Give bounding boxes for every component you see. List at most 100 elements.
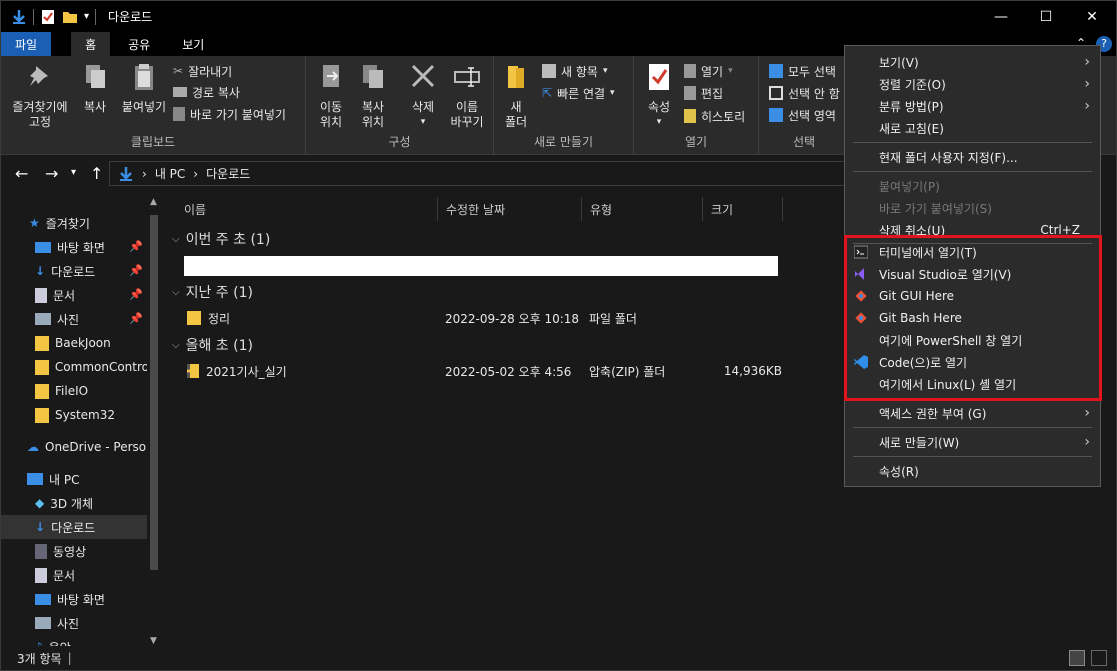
- menu-item-refresh[interactable]: 새로 고침(E): [845, 117, 1100, 139]
- recent-locations-icon[interactable]: ▾: [71, 167, 76, 178]
- sidebar-item-system32[interactable]: System32: [1, 403, 149, 427]
- sidebar-scrollbar[interactable]: ▲ ▼: [147, 197, 161, 646]
- file-list: 이름 수정한 날짜 유형 크기 ⌵ 이번 주 초 (1) ⌵ 지난 주 (1) 정리…: [164, 197, 844, 646]
- move-to-button[interactable]: 이동 위치: [312, 62, 350, 130]
- menu-item-sort-by[interactable]: 정렬 기준(O) ›: [845, 73, 1100, 95]
- menu-item-give-access[interactable]: 액세스 권한 부여 (G) ›: [845, 402, 1100, 424]
- sidebar-quick-access[interactable]: ★ 즐겨찾기: [1, 211, 149, 235]
- select-none-button[interactable]: 선택 안 함: [769, 83, 840, 103]
- large-icons-view-icon[interactable]: [1091, 650, 1107, 666]
- sidebar-item-fileio[interactable]: FileIO: [1, 379, 149, 403]
- copy-button[interactable]: 복사: [75, 62, 115, 115]
- delete-dropdown-icon[interactable]: ▾: [402, 115, 444, 130]
- sidebar-item-label: 3D 개체: [50, 496, 94, 511]
- new-folder-label-2: 폴더: [504, 115, 528, 129]
- sidebar-item-pc-documents[interactable]: 문서: [1, 563, 149, 587]
- easy-access-button[interactable]: ⇱ 빠른 연결 ▾: [542, 83, 615, 103]
- paste-button[interactable]: 붙여넣기: [117, 62, 171, 115]
- breadcrumb-downloads[interactable]: 다운로드: [206, 165, 250, 182]
- sidebar-item-commoncontrols[interactable]: CommonContro: [1, 355, 149, 379]
- menu-item-view[interactable]: 보기(V) ›: [845, 51, 1100, 73]
- menu-item-label: 바로 가기 붙여넣기(S): [879, 201, 992, 216]
- sidebar-item-desktop[interactable]: 바탕 화면 📌: [1, 235, 149, 259]
- tab-file[interactable]: 파일: [1, 32, 52, 56]
- sidebar-item-this-pc[interactable]: 내 PC: [1, 467, 149, 491]
- paste-shortcut-button[interactable]: 바로 가기 붙여넣기: [173, 104, 286, 124]
- sidebar-item-documents[interactable]: 문서 📌: [1, 283, 149, 307]
- address-bar[interactable]: › 내 PC › 다운로드: [109, 161, 849, 186]
- group-early-this-year[interactable]: ⌵ 올해 초 (1): [172, 334, 253, 356]
- sidebar-scroll-thumb[interactable]: [150, 215, 158, 570]
- history-button[interactable]: 히스토리: [684, 106, 745, 126]
- submenu-chevron-icon: ›: [1084, 434, 1090, 450]
- properties-button[interactable]: 속성 ▾: [642, 62, 676, 130]
- breadcrumb-this-pc[interactable]: 내 PC: [155, 165, 185, 182]
- redacted-row[interactable]: [184, 256, 778, 276]
- sidebar-item-pictures[interactable]: 사진 📌: [1, 307, 149, 331]
- paste-label: 붙여넣기: [121, 100, 167, 114]
- sidebar-item-pc-downloads[interactable]: ↓ 다운로드: [1, 515, 149, 539]
- scroll-up-icon[interactable]: ▲: [150, 197, 157, 207]
- close-button[interactable]: ✕: [1069, 1, 1115, 32]
- new-folder-icon[interactable]: [62, 9, 78, 25]
- table-row[interactable]: 정리 2022-09-28 오후 10:18 파일 폴더: [184, 307, 784, 329]
- tab-view[interactable]: 보기: [168, 32, 218, 56]
- cut-button[interactable]: ✂ 잘라내기: [173, 61, 232, 81]
- group-last-week[interactable]: ⌵ 지난 주 (1): [172, 281, 253, 303]
- menu-item-properties[interactable]: 속성(R): [845, 460, 1100, 482]
- collapse-chevron-icon[interactable]: ⌵: [172, 234, 180, 245]
- sidebar-item-music[interactable]: ♪음악: [1, 635, 149, 646]
- collapse-chevron-icon[interactable]: ⌵: [172, 287, 180, 298]
- sidebar-item-3d-objects[interactable]: ◆ 3D 개체: [1, 491, 149, 515]
- submenu-chevron-icon: ›: [1084, 76, 1090, 92]
- group-this-week[interactable]: ⌵ 이번 주 초 (1): [172, 228, 270, 250]
- edit-button[interactable]: 편집: [684, 83, 723, 103]
- rename-button[interactable]: 이름 바꾸기: [444, 62, 490, 130]
- menu-item-customize-folder[interactable]: 현재 폴더 사용자 지정(F)...: [845, 146, 1100, 168]
- column-header-date[interactable]: 수정한 날짜: [438, 197, 582, 221]
- copy-to-button[interactable]: 복사 위치: [354, 62, 392, 130]
- properties-icon[interactable]: [40, 9, 56, 25]
- select-all-button[interactable]: 모두 선택: [769, 61, 836, 81]
- sidebar-item-pc-pictures[interactable]: 사진: [1, 611, 149, 635]
- properties-dropdown-icon[interactable]: ▾: [642, 115, 676, 130]
- details-view-icon[interactable]: [1069, 650, 1085, 666]
- menu-item-paste: 붙여넣기(P): [845, 175, 1100, 197]
- menu-item-group-by[interactable]: 분류 방법(P) ›: [845, 95, 1100, 117]
- delete-button[interactable]: 삭제 ▾: [402, 62, 444, 130]
- forward-arrow-icon[interactable]: →: [45, 164, 58, 183]
- sidebar-item-videos[interactable]: 동영상: [1, 539, 149, 563]
- sidebar-item-baekjoon[interactable]: BaekJoon: [1, 331, 149, 355]
- menu-item-label: 붙여넣기(P): [879, 179, 940, 194]
- invert-selection-button[interactable]: 선택 영역: [769, 105, 836, 125]
- sidebar-item-label: 사진: [57, 312, 80, 327]
- menu-item-new[interactable]: 새로 만들기(W) ›: [845, 431, 1100, 453]
- new-folder-button[interactable]: 새 폴더: [500, 62, 532, 130]
- collapse-chevron-icon[interactable]: ⌵: [172, 340, 180, 351]
- sidebar-item-downloads[interactable]: ↓ 다운로드 📌: [1, 259, 149, 283]
- file-name: 2021기사_실기: [206, 364, 287, 379]
- copy-path-icon: [173, 87, 187, 97]
- scroll-down-icon[interactable]: ▼: [150, 636, 157, 646]
- minimize-button[interactable]: —: [978, 1, 1024, 32]
- open-button[interactable]: 열기 ▾: [684, 61, 733, 81]
- new-item-button[interactable]: 새 항목 ▾: [542, 61, 607, 81]
- sidebar-item-label: 동영상: [53, 544, 87, 559]
- tab-home[interactable]: 홈: [71, 32, 111, 56]
- tab-share[interactable]: 공유: [114, 32, 164, 56]
- sidebar-item-onedrive[interactable]: ☁ OneDrive - Persor: [1, 435, 149, 459]
- content-scrollbar[interactable]: [1100, 197, 1116, 646]
- table-row[interactable]: 2021기사_실기 2022-05-02 오후 4:56 압축(ZIP) 폴더 …: [184, 360, 784, 382]
- up-arrow-icon[interactable]: ↑: [90, 164, 103, 183]
- customize-quick-access-icon[interactable]: ▾: [84, 11, 89, 22]
- back-arrow-icon[interactable]: ←: [15, 164, 28, 183]
- pin-quick-access-button[interactable]: 즐겨찾기에 고정: [7, 62, 73, 130]
- column-header-type[interactable]: 유형: [582, 197, 703, 221]
- sidebar-item-pc-desktop[interactable]: 바탕 화면: [1, 587, 149, 611]
- maximize-button[interactable]: ☐: [1023, 1, 1069, 32]
- column-header-name[interactable]: 이름: [176, 197, 438, 221]
- column-header-size[interactable]: 크기: [703, 197, 783, 221]
- copy-path-button[interactable]: 경로 복사: [173, 82, 240, 102]
- copy-to-label-2: 위치: [361, 115, 385, 129]
- download-arrow-icon[interactable]: [11, 9, 27, 25]
